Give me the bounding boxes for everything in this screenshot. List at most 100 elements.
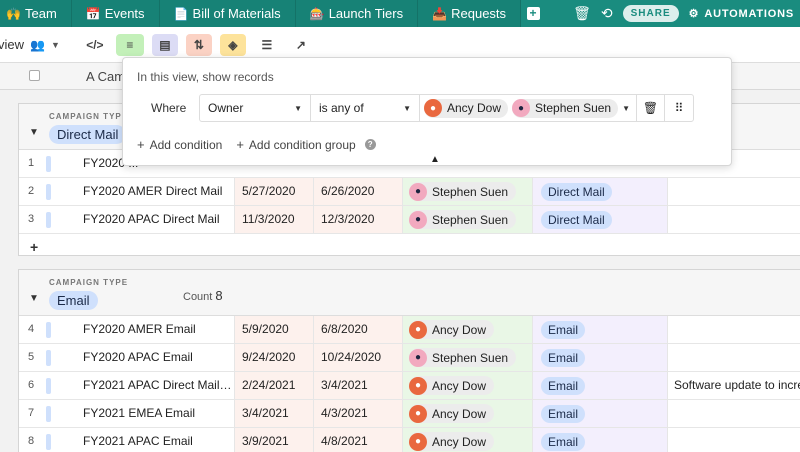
avatar: ● bbox=[409, 376, 427, 395]
select-all-checkbox[interactable] bbox=[29, 70, 40, 81]
color-button[interactable]: ◈ bbox=[219, 33, 246, 56]
start-date-cell[interactable]: 3/9/2021 bbox=[234, 428, 313, 452]
group-header[interactable]: ▼ CAMPAIGN TYPE Email Count 8 bbox=[19, 270, 800, 316]
owner-cell[interactable]: ● Ancy Dow bbox=[402, 316, 532, 343]
tab-bill-of-materials[interactable]: 📄 Bill of Materials bbox=[159, 0, 296, 27]
plus-icon: + bbox=[30, 239, 39, 255]
table-row[interactable]: 3 FY2020 APAC Direct Mail 11/3/2020 12/3… bbox=[19, 206, 800, 234]
end-date-cell[interactable]: 6/8/2020 bbox=[313, 316, 402, 343]
row-height-button[interactable]: ☰ bbox=[254, 34, 280, 56]
campaign-type-cell[interactable]: Direct Mail bbox=[532, 206, 667, 233]
tab-label: Team bbox=[25, 6, 57, 21]
notes-cell[interactable] bbox=[667, 400, 800, 427]
tab-label: Bill of Materials bbox=[192, 6, 281, 21]
end-date-cell[interactable]: 4/8/2021 bbox=[313, 428, 402, 452]
select-option-pill: Email bbox=[541, 377, 586, 395]
table-row[interactable]: 4 FY2020 AMER Email 5/9/2020 6/8/2020 ● … bbox=[19, 316, 800, 344]
filter-title: In this view, show records bbox=[137, 70, 274, 84]
history-icon[interactable]: ⟲ bbox=[601, 5, 613, 22]
tab-team[interactable]: 🙌 Team bbox=[0, 0, 72, 27]
row-number: 4 bbox=[27, 323, 35, 335]
notes-cell[interactable]: Software update to incre bbox=[667, 372, 800, 399]
campaign-type-cell[interactable]: Email bbox=[532, 428, 667, 452]
table-tab-bar: 🙌 Team 📅 Events 📄 Bill of Materials 🎰 La… bbox=[0, 0, 800, 27]
owner-name: Stephen Suen bbox=[432, 350, 509, 365]
start-date-cell[interactable]: 2/24/2021 bbox=[234, 372, 313, 399]
table-row[interactable]: 7 FY2021 EMEA Email 3/4/2021 4/3/2021 ● … bbox=[19, 400, 800, 428]
help-icon[interactable]: ? bbox=[364, 139, 376, 150]
group-button[interactable]: ▤ bbox=[151, 33, 178, 56]
filter-values-select[interactable]: ● Ancy Dow ● Stephen Suen ▼ bbox=[420, 95, 637, 121]
start-date-cell[interactable]: 9/24/2020 bbox=[234, 344, 313, 371]
row-height-icon: ☰ bbox=[261, 37, 273, 52]
end-date-cell[interactable]: 3/4/2021 bbox=[313, 372, 402, 399]
group-field-label: CAMPAIGN TYPE bbox=[49, 278, 129, 287]
owner-cell[interactable]: ● Ancy Dow bbox=[402, 372, 532, 399]
owner-cell[interactable]: ● Stephen Suen bbox=[402, 206, 532, 233]
trash-icon[interactable]: 🗑 bbox=[573, 5, 591, 22]
campaign-type-cell[interactable]: Email bbox=[532, 372, 667, 399]
user-pill: ● Stephen Suen bbox=[409, 348, 517, 367]
select-option-pill: Direct Mail bbox=[541, 183, 612, 201]
code-icon[interactable]: </> bbox=[82, 34, 108, 56]
end-date-cell[interactable]: 10/24/2020 bbox=[313, 344, 402, 371]
filter-button[interactable]: ≡ bbox=[115, 33, 144, 56]
filter-field-select[interactable]: Owner ▼ bbox=[200, 95, 311, 121]
share-view-button[interactable]: ↗ bbox=[288, 34, 314, 56]
user-pill: ● Ancy Dow bbox=[409, 320, 495, 339]
user-pill: ● Ancy Dow bbox=[409, 404, 495, 423]
collapse-caret-icon[interactable]: ▼ bbox=[29, 293, 39, 304]
owner-cell[interactable]: ● Stephen Suen bbox=[402, 344, 532, 371]
avatar: ● bbox=[409, 432, 427, 451]
external-link-icon: ↗ bbox=[295, 37, 306, 52]
add-table-button[interactable]: + bbox=[521, 0, 545, 27]
campaign-type-cell[interactable]: Email bbox=[532, 400, 667, 427]
automations-button[interactable]: ⚙ AUTOMATIONS bbox=[689, 7, 794, 21]
delete-condition-button[interactable]: 🗑 bbox=[637, 95, 665, 121]
view-switcher[interactable]: view 👥 ▼ bbox=[0, 37, 60, 52]
end-date-cell[interactable]: 12/3/2020 bbox=[313, 206, 402, 233]
table-row[interactable]: 8 FY2021 APAC Email 3/9/2021 4/8/2021 ● … bbox=[19, 428, 800, 452]
campaign-type-cell[interactable]: Email bbox=[532, 316, 667, 343]
row-number: 3 bbox=[27, 213, 35, 225]
tab-requests[interactable]: 📥 Requests bbox=[418, 0, 522, 27]
row-name: FY2020 AMER Direct Mail bbox=[83, 184, 223, 198]
tab-events[interactable]: 📅 Events bbox=[71, 0, 160, 27]
notes-cell[interactable] bbox=[667, 178, 800, 205]
share-button[interactable]: SHARE bbox=[622, 5, 679, 22]
table-row[interactable]: 2 FY2020 AMER Direct Mail 5/27/2020 6/26… bbox=[19, 178, 800, 206]
start-date-cell[interactable]: 5/27/2020 bbox=[234, 178, 313, 205]
topbar-actions: 🗑 ⟲ SHARE ⚙ AUTOMATIONS bbox=[573, 0, 800, 27]
notes-cell[interactable] bbox=[667, 344, 800, 371]
tab-launch-tiers[interactable]: 🎰 Launch Tiers bbox=[295, 0, 419, 27]
start-date-cell[interactable]: 3/4/2021 bbox=[234, 400, 313, 427]
collaborative-view-icon: 👥 bbox=[30, 37, 45, 52]
notes-cell[interactable] bbox=[667, 206, 800, 233]
drag-handle[interactable]: ⠿ bbox=[665, 95, 693, 121]
notes-cell[interactable] bbox=[667, 428, 800, 452]
table-row[interactable]: 6 FY2021 APAC Direct Mail … 2/24/2021 3/… bbox=[19, 372, 800, 400]
campaign-type-cell[interactable]: Email bbox=[532, 344, 667, 371]
table-row[interactable]: 5 FY2020 APAC Email 9/24/2020 10/24/2020… bbox=[19, 344, 800, 372]
plus-icon: + bbox=[526, 7, 540, 20]
add-condition-group-button[interactable]: + Add condition group ? bbox=[236, 137, 376, 152]
campaign-type-cell[interactable]: Direct Mail bbox=[532, 178, 667, 205]
add-record-row[interactable]: + bbox=[19, 234, 800, 261]
owner-name: Ancy Dow bbox=[432, 378, 487, 393]
avatar: ● bbox=[409, 182, 427, 201]
group-field-label: CAMPAIGN TYPE bbox=[49, 112, 129, 121]
sort-button[interactable]: ⇅ bbox=[185, 33, 212, 56]
avatar: ● bbox=[409, 348, 427, 367]
owner-cell[interactable]: ● Stephen Suen bbox=[402, 178, 532, 205]
owner-cell[interactable]: ● Ancy Dow bbox=[402, 428, 532, 452]
row-color-bar bbox=[46, 406, 51, 422]
add-condition-button[interactable]: + Add condition bbox=[137, 137, 222, 152]
start-date-cell[interactable]: 11/3/2020 bbox=[234, 206, 313, 233]
filter-operator-select[interactable]: is any of ▼ bbox=[311, 95, 420, 121]
collapse-caret-icon[interactable]: ▼ bbox=[29, 127, 39, 138]
end-date-cell[interactable]: 6/26/2020 bbox=[313, 178, 402, 205]
end-date-cell[interactable]: 4/3/2021 bbox=[313, 400, 402, 427]
owner-cell[interactable]: ● Ancy Dow bbox=[402, 400, 532, 427]
notes-cell[interactable] bbox=[667, 316, 800, 343]
start-date-cell[interactable]: 5/9/2020 bbox=[234, 316, 313, 343]
